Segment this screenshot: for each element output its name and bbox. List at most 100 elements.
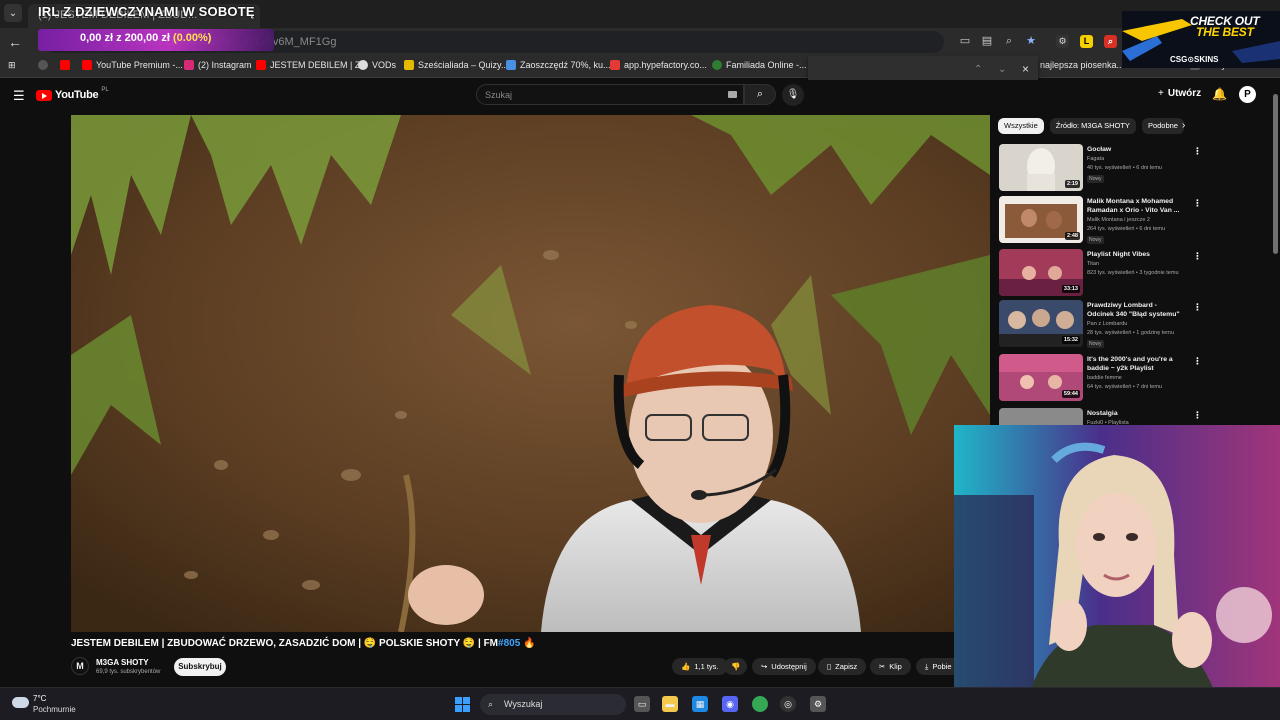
chip-all[interactable]: Wszystkie <box>998 118 1044 134</box>
recommendation-item[interactable]: Nostalgia Fuzki0 • Playlista ⋮ <box>999 408 1209 426</box>
bookmark-icon[interactable] <box>38 60 48 70</box>
bookmark-item[interactable]: app.hypefactory.co... <box>610 60 707 70</box>
recommendation-channel[interactable]: Fagata <box>1087 156 1104 162</box>
taskbar-search[interactable]: ⌕ Wyszukaj <box>480 694 626 715</box>
store-icon[interactable]: ▦ <box>692 696 708 712</box>
windows-start-icon[interactable] <box>455 697 470 712</box>
cast-icon[interactable]: ▭ <box>958 34 972 48</box>
recommendation-title[interactable]: It's the 2000's and you're a baddie ~ y2… <box>1087 355 1181 373</box>
bookmark-item[interactable]: najlepsza piosenka... <box>1040 60 1124 70</box>
chrome-icon[interactable] <box>752 696 768 712</box>
recommendation-title[interactable]: Gocław <box>1087 145 1181 154</box>
chip-source[interactable]: Źródło: M3GA SHOTY <box>1049 118 1136 134</box>
like-button[interactable]: 👍 1,1 tys. <box>672 658 728 675</box>
search-placeholder: Szukaj <box>485 90 513 100</box>
close-icon[interactable]: × <box>1022 62 1029 76</box>
donation-goal-text: 0,00 zł z 200,00 zł (0.00%) <box>80 32 211 44</box>
bookmark-item[interactable]: VODs <box>358 60 396 70</box>
task-view-icon[interactable]: ▭ <box>634 696 650 712</box>
obs-icon[interactable]: ◎ <box>780 696 796 712</box>
scissors-icon: ✂ <box>879 662 886 671</box>
save-icon: ▯ <box>827 662 832 671</box>
channel-name[interactable]: M3GA SHOTY <box>96 658 149 667</box>
video-thumbnail[interactable]: 15:32 <box>999 300 1083 347</box>
bookmark-star-icon[interactable]: ★ <box>1024 34 1038 48</box>
bookmark-item[interactable]: Zaoszczędź 70%, ku... <box>506 60 611 70</box>
recommendation-title[interactable]: Prawdziwy Lombard - Odcinek 340 "Błąd sy… <box>1087 301 1181 319</box>
recommendation-item[interactable]: 33:13 Playlist Night Vibes Titan 823 tys… <box>999 249 1209 296</box>
page-scrollbar[interactable] <box>1273 94 1278 254</box>
youtube-logo[interactable]: YouTube PL <box>36 87 109 101</box>
dislike-button[interactable]: 👎 <box>724 658 748 675</box>
more-options-icon[interactable]: ⋮ <box>1193 356 1202 367</box>
bookmark-item[interactable]: JESTEM DEBILEM | Z... <box>256 60 368 70</box>
recommendation-item[interactable]: 15:32 Prawdziwy Lombard - Odcinek 340 "B… <box>999 300 1209 348</box>
keyboard-icon[interactable] <box>728 91 737 98</box>
discord-icon[interactable]: ◉ <box>722 696 738 712</box>
extension-icon[interactable]: ⌕ <box>1104 35 1117 48</box>
video-thumbnail[interactable]: 59:44 <box>999 354 1083 401</box>
webcam-overlay <box>954 425 1280 720</box>
search-button[interactable]: ⌕ <box>744 84 776 105</box>
weather-condition[interactable]: Pochmurnie <box>33 705 76 714</box>
video-thumbnail[interactable] <box>999 408 1083 426</box>
recommendation-item[interactable]: 59:44 It's the 2000's and you're a baddi… <box>999 354 1209 401</box>
more-options-icon[interactable]: ⋮ <box>1193 198 1202 209</box>
find-next-icon[interactable]: ⌄ <box>998 64 1006 75</box>
share-button[interactable]: ↪ Udostępnij <box>752 658 816 675</box>
extension-icon[interactable]: L <box>1080 35 1093 48</box>
video-hashtag[interactable]: #805 <box>498 638 520 649</box>
bookmark-item[interactable]: Sześcialiada – Quizy... <box>404 60 508 70</box>
microphone-icon[interactable]: 🎙 <box>782 84 804 106</box>
save-button[interactable]: ▯ Zapisz <box>818 658 867 675</box>
recommendation-channel[interactable]: Titan <box>1087 261 1099 267</box>
channel-avatar[interactable]: M <box>71 657 89 675</box>
more-options-icon[interactable]: ⋮ <box>1193 251 1202 262</box>
recommendation-item[interactable]: 2:48 Malik Montana x Mohamed Ramadan x O… <box>999 196 1209 244</box>
video-thumbnail[interactable]: 33:13 <box>999 249 1083 296</box>
zoom-icon[interactable]: ⌕ <box>1002 34 1016 48</box>
bookmark-item[interactable]: YouTube Premium -... <box>82 60 183 70</box>
account-avatar[interactable]: P <box>1239 86 1256 103</box>
recommendation-meta: 40 tys. wyświetleń • 6 dni temu <box>1087 165 1162 171</box>
clip-button[interactable]: ✂ Klip <box>870 658 911 675</box>
recommendation-title[interactable]: Playlist Night Vibes <box>1087 250 1181 259</box>
apps-grid-icon[interactable]: ⊞ <box>8 60 16 71</box>
menu-icon[interactable]: ☰ <box>13 88 25 104</box>
cloud-icon[interactable] <box>12 697 29 708</box>
more-options-icon[interactable]: ⋮ <box>1193 302 1202 313</box>
bookmark-item[interactable]: Familiada Online -... <box>712 60 807 70</box>
bookmark-item[interactable]: (2) Instagram <box>184 60 252 70</box>
search-input[interactable]: Szukaj <box>476 84 744 105</box>
tab-search-button[interactable]: ⌄ <box>4 4 22 22</box>
create-button[interactable]: + Utwórz <box>1158 88 1201 99</box>
video-thumbnail[interactable]: 2:48 <box>999 196 1083 243</box>
find-prev-icon[interactable]: ⌃ <box>974 64 982 75</box>
recommendation-meta: 264 tys. wyświetleń • 6 dni temu <box>1087 226 1166 232</box>
create-label: Utwórz <box>1167 88 1202 99</box>
file-explorer-icon[interactable]: ▬ <box>662 696 678 712</box>
video-thumbnail[interactable]: 2:19 <box>999 144 1083 191</box>
recommendation-channel[interactable]: Malik Montana i jeszcze 2 <box>1087 217 1150 223</box>
weather-temperature[interactable]: 7°C <box>33 694 46 703</box>
video-player[interactable] <box>71 115 990 632</box>
back-arrow-icon[interactable]: ← <box>8 34 22 50</box>
notifications-bell-icon[interactable]: 🔔 <box>1212 87 1227 101</box>
chip-related[interactable]: Podobne <box>1141 118 1184 134</box>
reader-icon[interactable]: ▤ <box>980 34 994 48</box>
chevron-right-icon[interactable]: › <box>1182 120 1185 131</box>
recommendation-title[interactable]: Nostalgia <box>1087 409 1181 418</box>
recommendation-title[interactable]: Malik Montana x Mohamed Ramadan x Orio -… <box>1087 197 1181 215</box>
bookmarks-bar: ⊞ YouTube Premium -... (2) Instagram JES… <box>0 56 1280 78</box>
donation-amount: 0,00 zł z 200,00 zł <box>80 32 170 44</box>
settings-gear-icon[interactable]: ⚙ <box>810 696 826 712</box>
subscribe-button[interactable]: Subskrybuj <box>174 658 226 676</box>
youtube-bookmark-icon[interactable] <box>60 60 70 70</box>
recommendation-channel[interactable]: Pan z Lombardu <box>1087 321 1127 327</box>
recommendation-channel[interactable]: baddie femme <box>1087 375 1122 381</box>
recommendation-item[interactable]: 2:19 Gocław Fagata 40 tys. wyświetleń • … <box>999 144 1209 191</box>
more-options-icon[interactable]: ⋮ <box>1193 410 1202 421</box>
more-options-icon[interactable]: ⋮ <box>1193 146 1202 157</box>
stream-overlay-title: IRL Z DZIEWCZYNAMI W SOBOTĘ <box>38 4 255 19</box>
extension-icon[interactable]: ⚙ <box>1056 35 1069 48</box>
